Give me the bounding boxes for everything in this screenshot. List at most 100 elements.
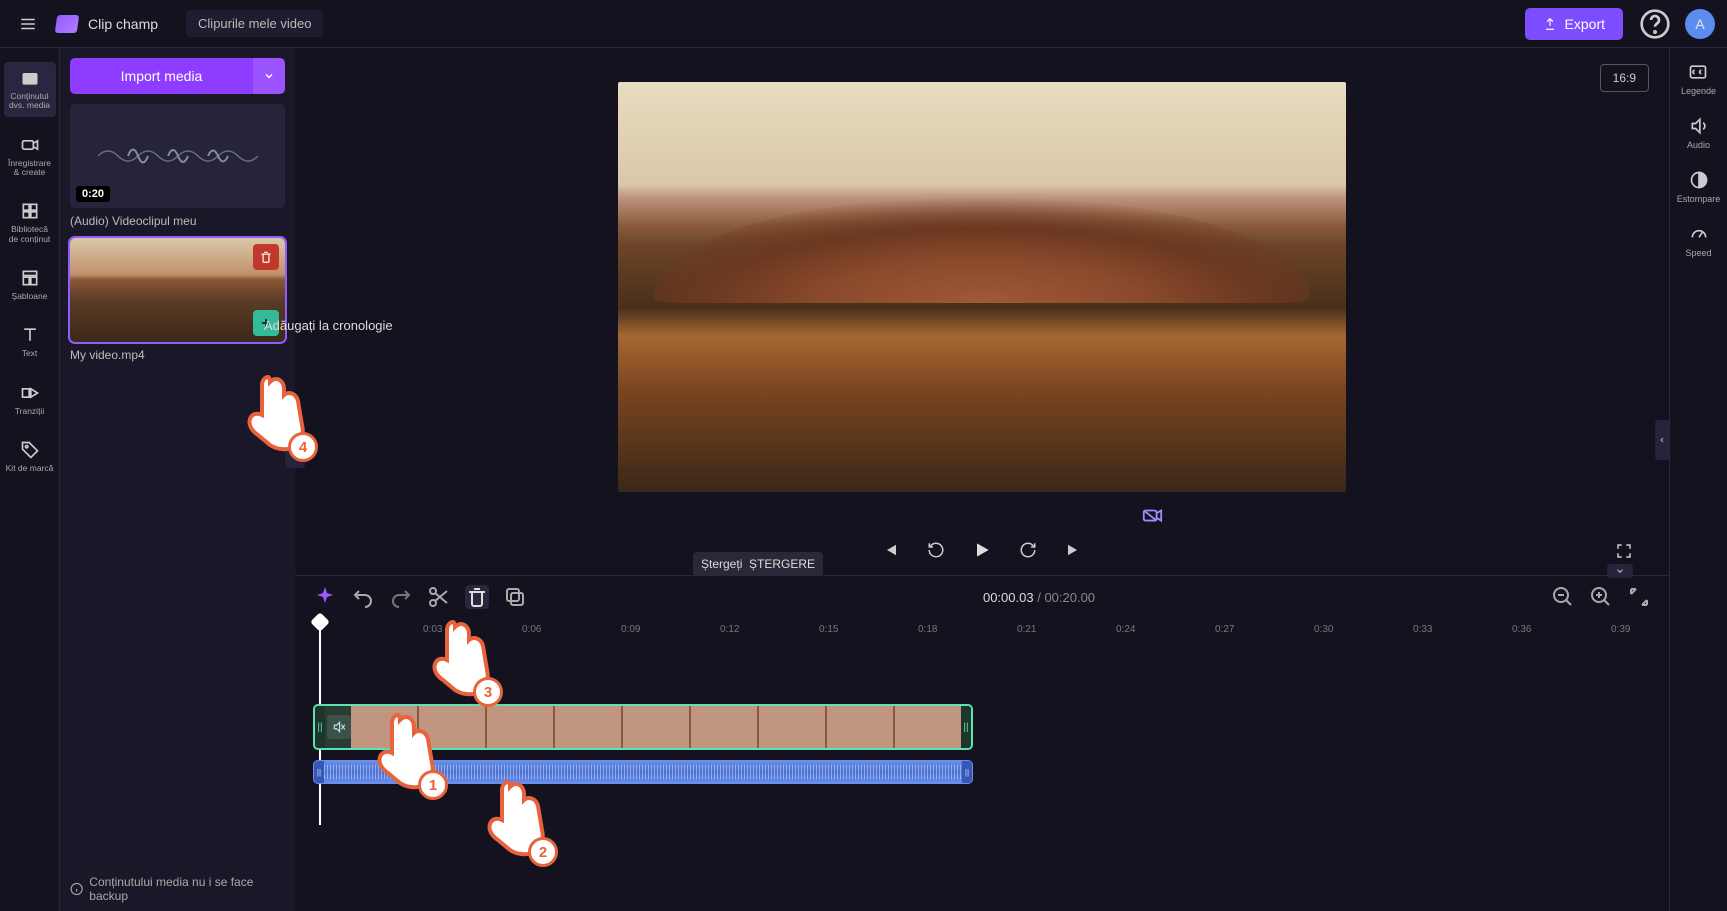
media-name: (Audio) Videoclipul meu xyxy=(70,214,285,228)
zoom-in-button[interactable] xyxy=(1589,585,1613,609)
rewind-button[interactable] xyxy=(923,537,949,563)
media-name: My video.mp4 xyxy=(70,348,285,362)
ruler-tick: 0:18 xyxy=(918,624,937,635)
rail-text[interactable]: Text xyxy=(4,319,56,364)
right-rail-label: Audio xyxy=(1687,140,1710,150)
rail-transitions[interactable]: Tranziții xyxy=(4,377,56,422)
rail-content-library[interactable]: Bibliotecă de conținut xyxy=(4,195,56,250)
rail-record-create[interactable]: Înregistrare & create xyxy=(4,129,56,184)
left-rail: Conținutul dvs. media Înregistrare & cre… xyxy=(0,48,60,911)
ruler-tick: 0:24 xyxy=(1116,624,1135,635)
rail-label: Kit de marcă xyxy=(6,464,54,473)
ruler-tick: 0:12 xyxy=(720,624,739,635)
clip-handle-left[interactable]: || xyxy=(314,761,324,783)
timeline-time: 00:00.03 / 00:20.00 xyxy=(983,590,1095,605)
zoom-out-button[interactable] xyxy=(1551,585,1575,609)
export-label: Export xyxy=(1565,16,1605,32)
app-logo xyxy=(55,15,80,33)
templates-icon xyxy=(20,268,40,288)
duplicate-icon xyxy=(503,585,527,609)
backup-notice: Conținutului media nu i se face backup xyxy=(70,875,285,903)
video-track: || || xyxy=(313,704,1651,750)
rail-label: Text xyxy=(22,349,38,358)
media-item-audio[interactable]: 0:20 (Audio) Videoclipul meu xyxy=(70,104,285,228)
folder-icon xyxy=(20,68,40,88)
import-media-dropdown[interactable] xyxy=(253,58,285,94)
help-button[interactable] xyxy=(1639,8,1671,40)
text-icon xyxy=(20,325,40,345)
collapse-right-rail[interactable] xyxy=(1655,420,1669,460)
ai-remove-button[interactable] xyxy=(1137,501,1167,531)
clip-mute-button[interactable] xyxy=(327,715,351,739)
video-clip[interactable]: || || xyxy=(313,704,973,750)
preview-canvas[interactable] xyxy=(618,82,1346,492)
ruler-tick: 0:21 xyxy=(1017,624,1036,635)
topbar: Clip champ Clipurile mele video Export A xyxy=(0,0,1727,48)
rail-label: Conținutul dvs. media xyxy=(6,92,54,111)
undo-button[interactable] xyxy=(351,585,375,609)
ai-sparkle-button[interactable] xyxy=(313,585,337,609)
rail-label: Bibliotecă de conținut xyxy=(6,225,54,244)
right-rail: Legende Audio Estompare Speed xyxy=(1669,48,1727,911)
chevron-left-icon xyxy=(1658,435,1666,445)
play-button[interactable] xyxy=(969,537,995,563)
split-button[interactable] xyxy=(427,585,451,609)
ruler-tick: 0:39 xyxy=(1611,624,1630,635)
cc-icon xyxy=(1688,62,1708,82)
library-icon xyxy=(20,201,40,221)
redo-button[interactable] xyxy=(389,585,413,609)
ruler-tick: 0:33 xyxy=(1413,624,1432,635)
fit-timeline-button[interactable] xyxy=(1627,585,1651,609)
avatar[interactable]: A xyxy=(1685,9,1715,39)
chevron-down-icon xyxy=(1615,566,1625,576)
ruler-tick: 0:30 xyxy=(1314,624,1333,635)
sparkle-icon xyxy=(313,585,337,609)
clip-thumbstrip xyxy=(351,706,961,748)
aspect-ratio-button[interactable]: 16:9 xyxy=(1600,64,1649,92)
trash-icon xyxy=(259,250,273,264)
media-panel: Import media 0:20 (Audio) Videoclipul me… xyxy=(60,48,295,911)
menu-button[interactable] xyxy=(12,8,44,40)
right-rail-audio[interactable]: Audio xyxy=(1687,116,1710,150)
preview-area: 16:9 xyxy=(295,48,1669,575)
clip-handle-left[interactable]: || xyxy=(315,706,325,748)
skip-forward-icon xyxy=(1065,541,1083,559)
speaker-icon xyxy=(1689,116,1709,136)
right-rail-speed[interactable]: Speed xyxy=(1685,224,1711,258)
timeline-ruler[interactable]: 0:030:060:090:120:150:180:210:240:270:30… xyxy=(295,618,1669,644)
fullscreen-button[interactable] xyxy=(1615,542,1633,563)
skip-back-icon xyxy=(881,541,899,559)
duplicate-button[interactable] xyxy=(503,585,527,609)
skip-back-button[interactable] xyxy=(877,537,903,563)
clip-handle-right[interactable]: || xyxy=(962,761,972,783)
rail-templates[interactable]: Șabloane xyxy=(4,262,56,307)
ruler-tick: 0:03 xyxy=(423,624,442,635)
sparkle-remove-icon xyxy=(1141,505,1163,527)
forward-button[interactable] xyxy=(1015,537,1041,563)
duration-badge: 0:20 xyxy=(76,186,110,202)
clip-handle-right[interactable]: || xyxy=(961,706,971,748)
delete-media-button[interactable] xyxy=(253,244,279,270)
fullscreen-icon xyxy=(1615,542,1633,560)
right-rail-label: Estompare xyxy=(1677,194,1721,204)
right-rail-fade[interactable]: Estompare xyxy=(1677,170,1721,204)
import-media-button[interactable]: Import media xyxy=(70,58,253,94)
zoom-in-icon xyxy=(1589,585,1613,609)
delete-clip-button[interactable] xyxy=(465,585,489,609)
scissors-icon xyxy=(427,585,451,609)
rail-your-media[interactable]: Conținutul dvs. media xyxy=(4,62,56,117)
rail-brand-kit[interactable]: Kit de marcă xyxy=(4,434,56,479)
skip-forward-button[interactable] xyxy=(1061,537,1087,563)
app-name: Clip champ xyxy=(88,16,158,32)
project-title[interactable]: Clipurile mele video xyxy=(186,10,323,37)
right-rail-captions[interactable]: Legende xyxy=(1681,62,1716,96)
audio-clip[interactable]: || || xyxy=(313,760,973,784)
media-item-video[interactable]: My video.mp4 xyxy=(70,238,285,362)
delete-tooltip: Ștergeți ȘTERGERE xyxy=(693,552,823,576)
fade-icon xyxy=(1689,170,1709,190)
timeline-toolbar: 00:00.03 / 00:20.00 xyxy=(295,576,1669,618)
export-button[interactable]: Export xyxy=(1525,8,1623,40)
upload-icon xyxy=(1543,17,1557,31)
rewind-icon xyxy=(927,541,945,559)
transitions-icon xyxy=(20,383,40,403)
